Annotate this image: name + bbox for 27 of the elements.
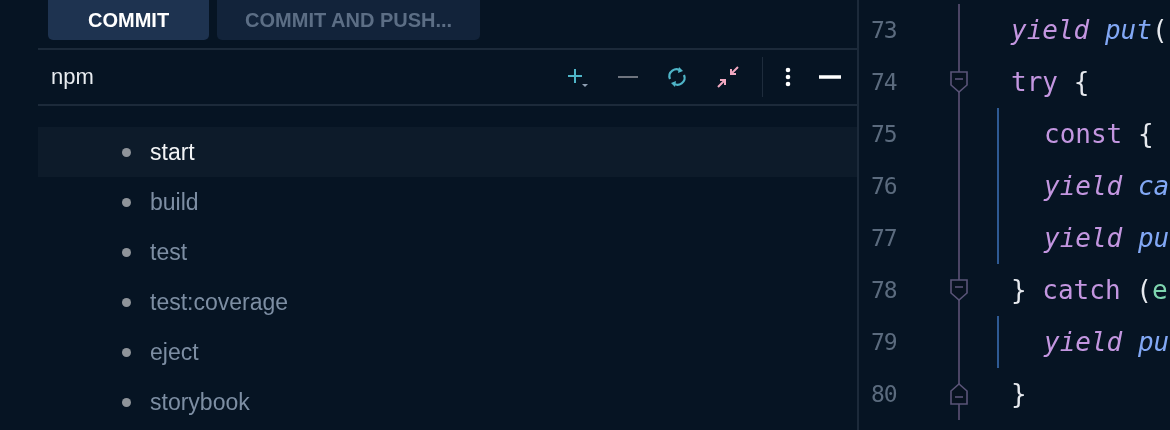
script-item[interactable]: eject — [38, 327, 857, 377]
line-number: 73 — [870, 17, 898, 43]
fold-icon[interactable] — [950, 279, 968, 301]
refresh-icon[interactable] — [666, 65, 688, 89]
code-line: } catch (e — [1010, 274, 1168, 307]
line-number: 74 — [870, 69, 898, 95]
script-item[interactable]: test — [38, 227, 857, 277]
fold-icon[interactable] — [950, 383, 968, 405]
panel-title: npm — [51, 64, 94, 90]
more-icon[interactable] — [785, 67, 791, 87]
collapse-icon[interactable] — [716, 66, 740, 88]
line-number: 79 — [870, 329, 898, 355]
line-number: 80 — [870, 381, 898, 407]
line-number: 76 — [870, 173, 898, 199]
commit-button[interactable]: COMMIT — [48, 0, 210, 40]
code-line: try { — [1010, 66, 1090, 99]
line-number: 75 — [870, 121, 898, 147]
script-item[interactable]: start — [38, 127, 857, 177]
script-item[interactable]: test:coverage — [38, 277, 857, 327]
code-line: yield put( — [1009, 14, 1168, 47]
script-item[interactable]: build — [38, 177, 857, 227]
line-number: 78 — [870, 277, 898, 303]
script-item[interactable]: storybook — [38, 377, 857, 427]
fold-icon[interactable] — [950, 71, 968, 93]
line-number: 77 — [870, 225, 898, 251]
add-icon[interactable] — [566, 66, 590, 88]
code-line: } — [1010, 378, 1027, 411]
